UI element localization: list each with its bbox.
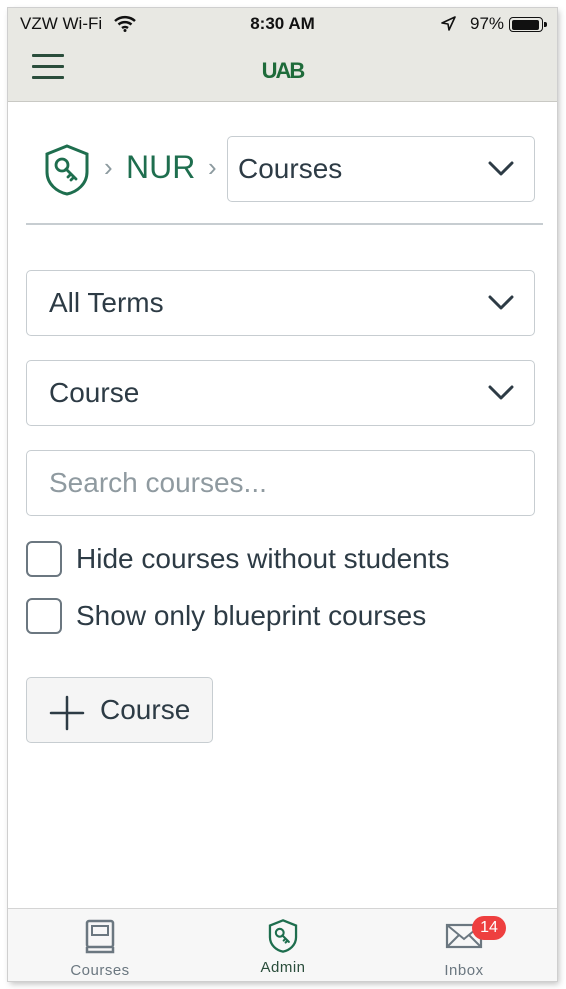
tab-courses[interactable]: Courses: [30, 909, 170, 981]
blueprint-only-checkbox[interactable]: Show only blueprint courses: [26, 596, 526, 634]
uab-logo: UAB: [261, 58, 306, 83]
tab-admin[interactable]: Admin: [213, 909, 353, 981]
section-select[interactable]: Courses: [227, 136, 535, 202]
tab-inbox-label: Inbox: [444, 962, 484, 979]
battery-percent: 97%: [470, 14, 505, 33]
tab-inbox[interactable]: 14 Inbox: [394, 909, 534, 981]
breadcrumb-account-link[interactable]: NUR: [126, 149, 195, 186]
inbox-unread-badge: 14: [472, 916, 506, 940]
add-course-button[interactable]: Course: [26, 677, 213, 743]
type-select[interactable]: Course: [26, 360, 535, 426]
checkbox-box[interactable]: [26, 598, 62, 634]
breadcrumb-separator: ›: [208, 152, 217, 182]
admin-shield-icon: [268, 919, 298, 958]
checkbox-label: Show only blueprint courses: [76, 600, 427, 631]
search-input[interactable]: [26, 450, 535, 516]
location-arrow-icon: [441, 16, 456, 36]
term-select[interactable]: All Terms: [26, 270, 535, 336]
section-select-value: Courses: [238, 153, 343, 184]
top-bar: VZW Wi-Fi 8:30 AM 97% UAB: [8, 8, 557, 102]
admin-shield-icon: [44, 144, 90, 201]
chevron-down-icon: [488, 161, 514, 176]
tab-admin-label: Admin: [260, 959, 306, 976]
plus-icon: [49, 695, 85, 736]
checkbox-label: Hide courses without students: [76, 543, 450, 574]
add-course-label: Course: [100, 694, 191, 725]
book-icon: [84, 919, 116, 960]
app-window: VZW Wi-Fi 8:30 AM 97% UAB › NUR › Course…: [8, 8, 557, 981]
divider: [26, 223, 543, 225]
status-bar: VZW Wi-Fi 8:30 AM 97%: [8, 12, 557, 38]
bottom-tab-bar: Courses Admin 14 Inbox: [8, 908, 557, 981]
checkbox-box[interactable]: [26, 541, 62, 577]
battery-icon: [509, 17, 547, 32]
type-select-value: Course: [49, 377, 140, 408]
term-select-value: All Terms: [49, 287, 164, 318]
chevron-down-icon: [488, 385, 514, 400]
battery-fill: [511, 19, 539, 30]
hide-without-students-checkbox[interactable]: Hide courses without students: [26, 539, 526, 577]
chevron-down-icon: [488, 295, 514, 310]
breadcrumb-separator: ›: [104, 152, 113, 182]
tab-courses-label: Courses: [70, 962, 130, 979]
breadcrumb: › NUR › Courses: [26, 136, 539, 202]
